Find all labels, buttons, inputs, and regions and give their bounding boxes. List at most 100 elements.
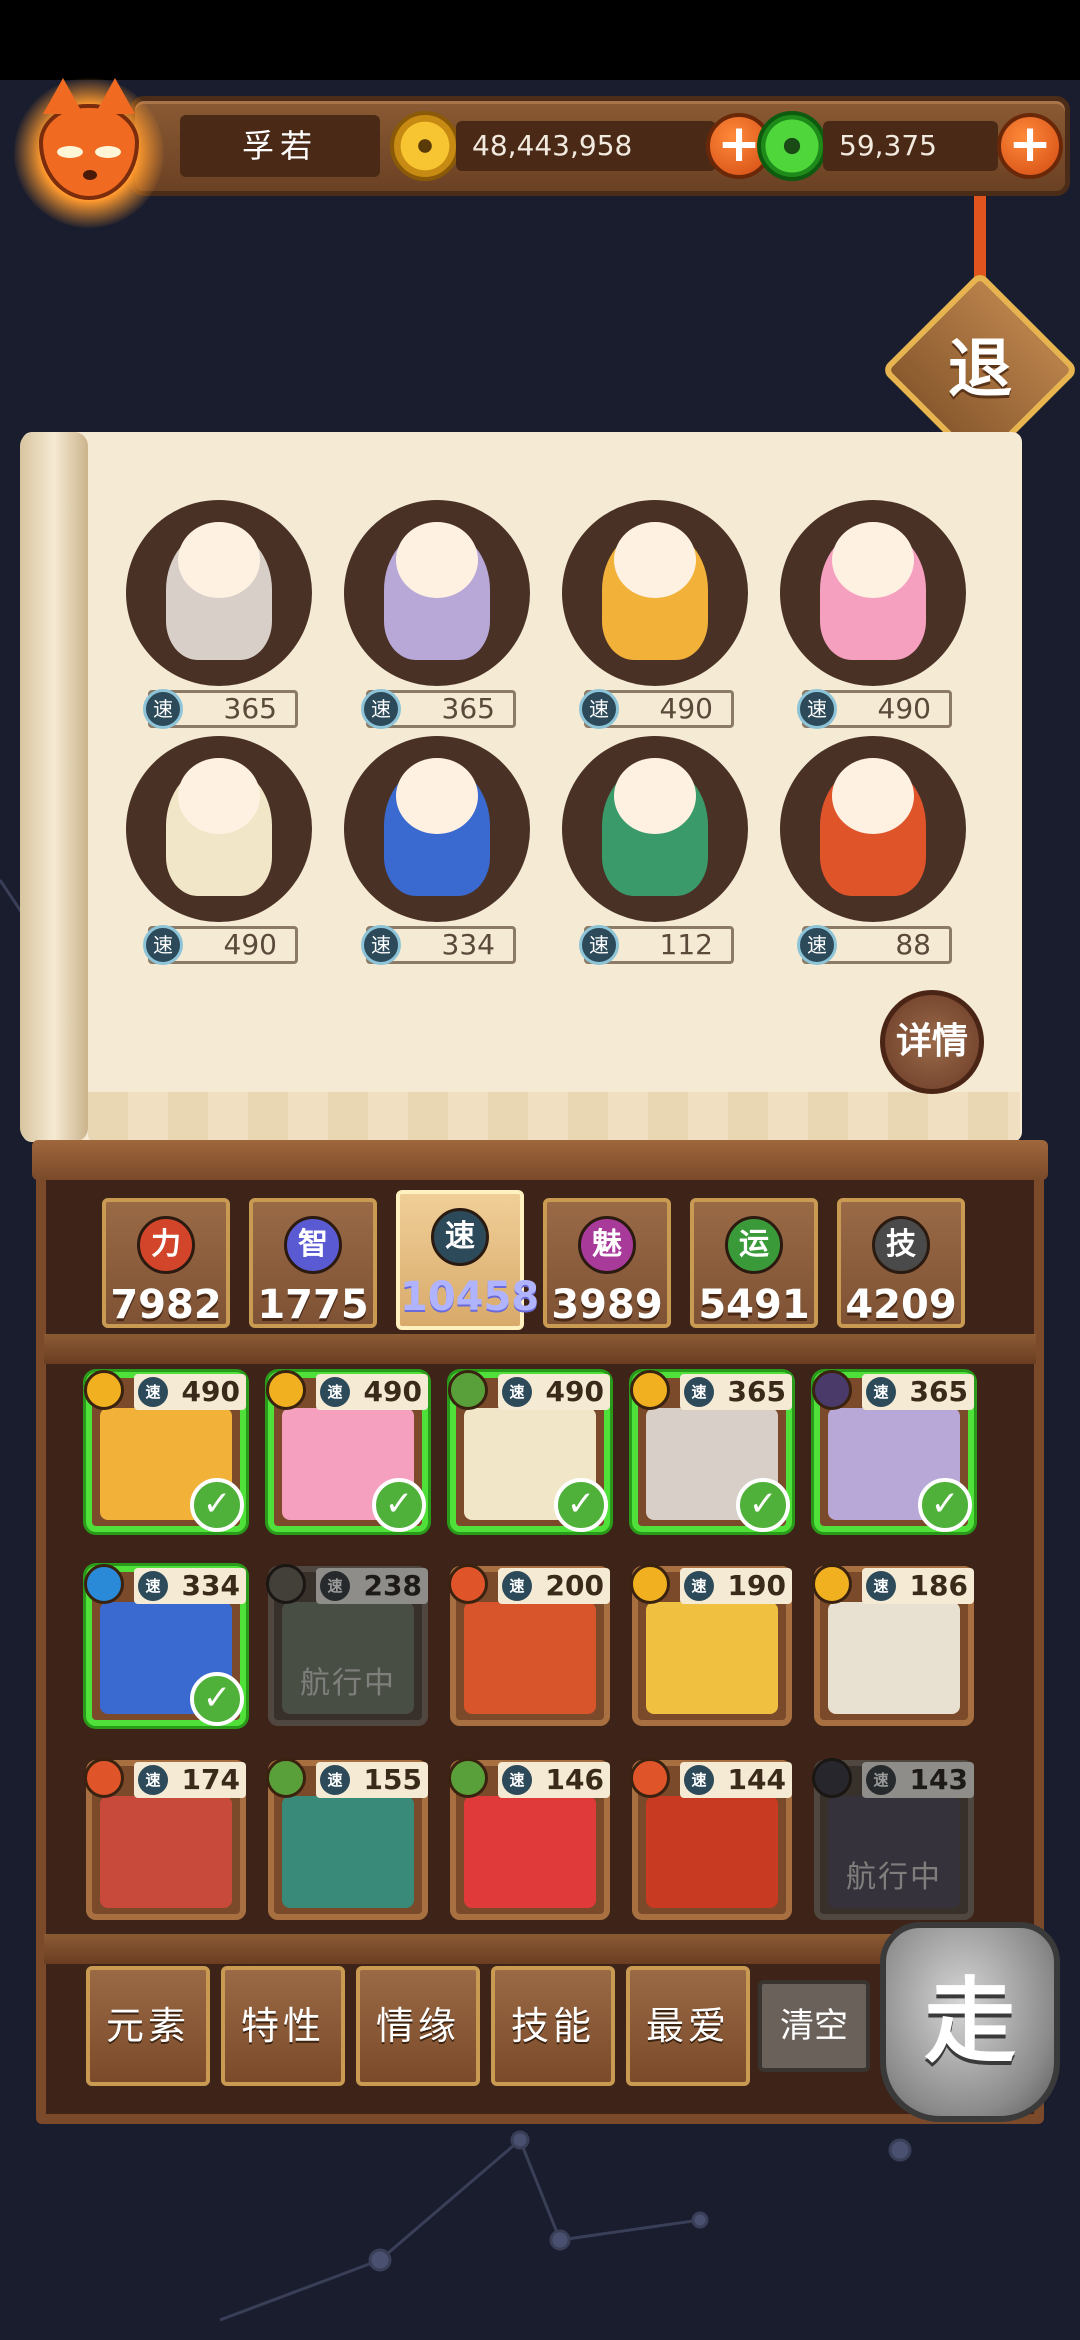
speed-value: 238 <box>363 1569 422 1602</box>
speed-icon: 速 <box>138 1571 168 1601</box>
gold-coin-icon <box>390 111 460 181</box>
scroll-roll <box>20 432 88 1142</box>
speed-icon: 速 <box>320 1571 350 1601</box>
speed-badge: 速 200 <box>498 1568 610 1604</box>
speed-icon: 速 <box>579 925 619 965</box>
speed-tag: 速 365 <box>143 689 298 729</box>
speed-value: 190 <box>727 1569 786 1602</box>
fox-mask-icon <box>39 78 139 200</box>
attribute-tab[interactable]: 技 4209 <box>837 1198 965 1328</box>
attribute-value: 3989 <box>551 1282 663 1328</box>
filter-button[interactable]: 情缘 <box>356 1966 480 2086</box>
team-member-slot[interactable]: 速 88 <box>772 736 972 966</box>
speed-icon: 速 <box>361 689 401 729</box>
attribute-tab[interactable]: 运 5491 <box>690 1198 818 1328</box>
wood-element-icon <box>448 1370 488 1410</box>
character-card[interactable]: 速 190 <box>630 1564 792 1726</box>
hero-portrait <box>780 500 966 686</box>
speed-value: 490 <box>181 1375 240 1408</box>
attribute-tab[interactable]: 魅 3989 <box>543 1198 671 1328</box>
speed-icon: 速 <box>684 1571 714 1601</box>
checkmark-icon: ✓ <box>372 1478 426 1532</box>
team-member-slot[interactable]: 速 490 <box>772 500 972 730</box>
speed-tag: 速 365 <box>361 689 516 729</box>
character-card[interactable]: 速 490 ✓ <box>84 1370 246 1532</box>
speed-badge: 速 144 <box>680 1762 792 1798</box>
dark-element-icon <box>812 1758 852 1798</box>
hero-portrait <box>344 500 530 686</box>
attribute-tab[interactable]: 速 10458 <box>396 1190 539 1330</box>
character-card[interactable]: 速 490 ✓ <box>266 1370 428 1532</box>
shelf-top-rail <box>32 1140 1048 1180</box>
dark-element-icon <box>812 1370 852 1410</box>
speed-value: 365 <box>441 692 495 725</box>
speed-tag: 速 490 <box>579 689 734 729</box>
team-member-slot[interactable]: 速 365 <box>118 500 318 730</box>
character-card[interactable]: 速 238 航行中 <box>266 1564 428 1726</box>
speed-badge: 速 365 <box>862 1374 974 1410</box>
scroll-pattern <box>88 1092 1020 1144</box>
speed-badge: 速 190 <box>680 1568 792 1604</box>
gold-value: 48,443,958 <box>456 121 716 171</box>
attribute-icon: 技 <box>872 1216 930 1274</box>
speed-value: 88 <box>895 928 931 961</box>
speed-value: 490 <box>659 692 713 725</box>
speed-value: 490 <box>545 1375 604 1408</box>
team-member-slot[interactable]: 速 112 <box>554 736 754 966</box>
hero-head <box>614 758 696 834</box>
wood-element-icon <box>448 1758 488 1798</box>
fire-element-icon <box>630 1758 670 1798</box>
hero-head <box>396 758 478 834</box>
add-jade-button[interactable]: + <box>997 113 1063 179</box>
hero-portrait <box>126 500 312 686</box>
filter-button[interactable]: 最爱 <box>626 1966 750 2086</box>
character-card[interactable]: 速 365 ✓ <box>812 1370 974 1532</box>
filter-button[interactable]: 特性 <box>221 1966 345 2086</box>
player-avatar[interactable] <box>14 78 164 228</box>
filter-button[interactable]: 技能 <box>491 1966 615 2086</box>
character-card[interactable]: 速 334 ✓ <box>84 1564 246 1726</box>
hero-portrait <box>562 500 748 686</box>
character-art <box>646 1602 778 1714</box>
character-card[interactable]: 速 143 航行中 <box>812 1758 974 1920</box>
speed-badge: 速 174 <box>134 1762 246 1798</box>
speed-icon: 速 <box>320 1377 350 1407</box>
team-member-slot[interactable]: 速 365 <box>336 500 536 730</box>
speed-value: 334 <box>441 928 495 961</box>
details-button[interactable]: 详情 <box>880 990 984 1094</box>
hero-head <box>178 758 260 834</box>
character-art <box>464 1602 596 1714</box>
speed-tag: 速 490 <box>143 925 298 965</box>
go-button[interactable]: 走 <box>880 1922 1060 2122</box>
hero-head <box>614 522 696 598</box>
team-member-slot[interactable]: 速 490 <box>118 736 318 966</box>
filter-button[interactable]: 元素 <box>86 1966 210 2086</box>
character-card[interactable]: 速 365 ✓ <box>630 1370 792 1532</box>
gold-element-icon <box>266 1370 306 1410</box>
team-member-slot[interactable]: 速 334 <box>336 736 536 966</box>
speed-badge: 速 365 <box>680 1374 792 1410</box>
character-card[interactable]: 速 144 <box>630 1758 792 1920</box>
attribute-tab[interactable]: 智 1775 <box>249 1198 377 1328</box>
character-card[interactable]: 速 490 ✓ <box>448 1370 610 1532</box>
sailing-status-label: 航行中 <box>300 1666 396 1701</box>
character-card[interactable]: 速 200 <box>448 1564 610 1726</box>
character-card[interactable]: 速 174 <box>84 1758 246 1920</box>
speed-value: 200 <box>545 1569 604 1602</box>
speed-icon: 速 <box>797 925 837 965</box>
speed-icon: 速 <box>684 1765 714 1795</box>
exit-button[interactable]: 退 <box>910 300 1050 440</box>
speed-tag: 速 334 <box>361 925 516 965</box>
checkmark-icon: ✓ <box>554 1478 608 1532</box>
character-card[interactable]: 速 155 <box>266 1758 428 1920</box>
character-art <box>100 1796 232 1908</box>
team-member-slot[interactable]: 速 490 <box>554 500 754 730</box>
clear-button[interactable]: 清空 <box>758 1980 870 2072</box>
speed-value: 186 <box>909 1569 968 1602</box>
attribute-tab[interactable]: 力 7982 <box>102 1198 230 1328</box>
speed-icon: 速 <box>579 689 619 729</box>
character-card[interactable]: 速 186 <box>812 1564 974 1726</box>
speed-value: 112 <box>659 928 713 961</box>
gold-element-icon <box>630 1370 670 1410</box>
character-card[interactable]: 速 146 <box>448 1758 610 1920</box>
